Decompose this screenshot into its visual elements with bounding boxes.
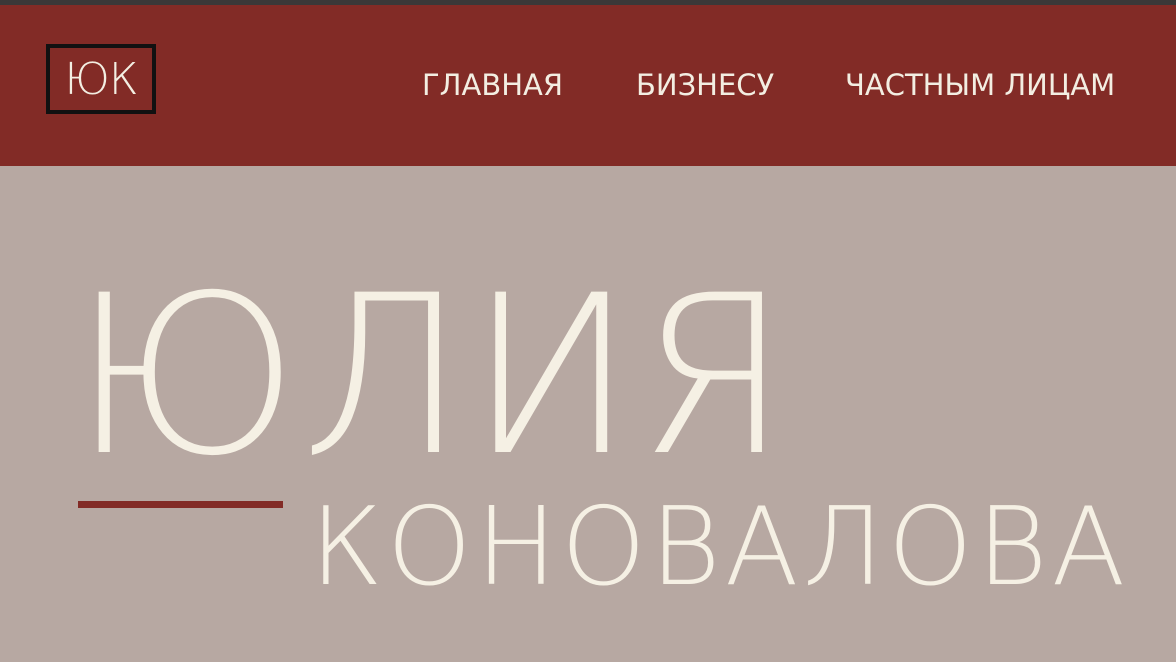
logo-text: ЮК	[64, 53, 138, 105]
hero-section: ЮЛИЯ КОНОВАЛОВА	[0, 166, 1176, 662]
hero-first-name: ЮЛИЯ	[72, 248, 792, 504]
nav-link-private-clients[interactable]: ЧАСТНЫМ ЛИЦАМ	[845, 65, 1115, 105]
nav-link-home[interactable]: ГЛАВНАЯ	[422, 65, 563, 105]
logo[interactable]: ЮК	[46, 44, 156, 114]
site-header: ЮК ГЛАВНАЯ БИЗНЕСУ ЧАСТНЫМ ЛИЦАМ	[0, 5, 1176, 166]
nav-link-business[interactable]: БИЗНЕСУ	[636, 65, 774, 105]
accent-line	[78, 501, 283, 508]
hero-last-name: КОНОВАЛОВА	[310, 485, 1130, 610]
